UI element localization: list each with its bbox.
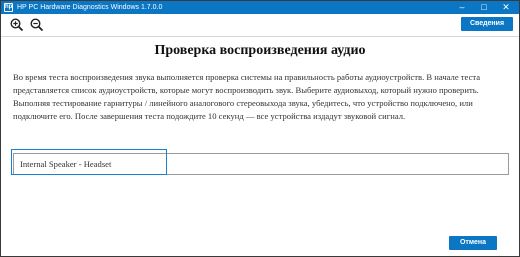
toolbar: Сведения (1, 14, 519, 36)
zoom-in-icon[interactable] (9, 17, 25, 33)
close-button[interactable]: ✕ (495, 1, 517, 14)
maximize-button[interactable]: □ (473, 1, 495, 14)
toolbar-divider (1, 36, 519, 37)
test-description: Во время теста воспроизведения звука вып… (13, 72, 481, 121)
page-title: Проверка воспроизведения аудио (154, 43, 366, 58)
app-window: hp HP PC Hardware Diagnostics Windows 1.… (0, 0, 520, 257)
title-bar: hp HP PC Hardware Diagnostics Windows 1.… (1, 1, 519, 14)
details-button[interactable]: Сведения (461, 17, 513, 31)
hp-app-icon: hp (4, 3, 13, 12)
minimize-button[interactable]: – (451, 1, 473, 14)
window-title: HP PC Hardware Diagnostics Windows 1.7.0… (17, 4, 163, 11)
selection-highlight (11, 149, 167, 175)
zoom-out-icon[interactable] (29, 17, 45, 33)
cancel-button[interactable]: Отмена (449, 236, 497, 250)
